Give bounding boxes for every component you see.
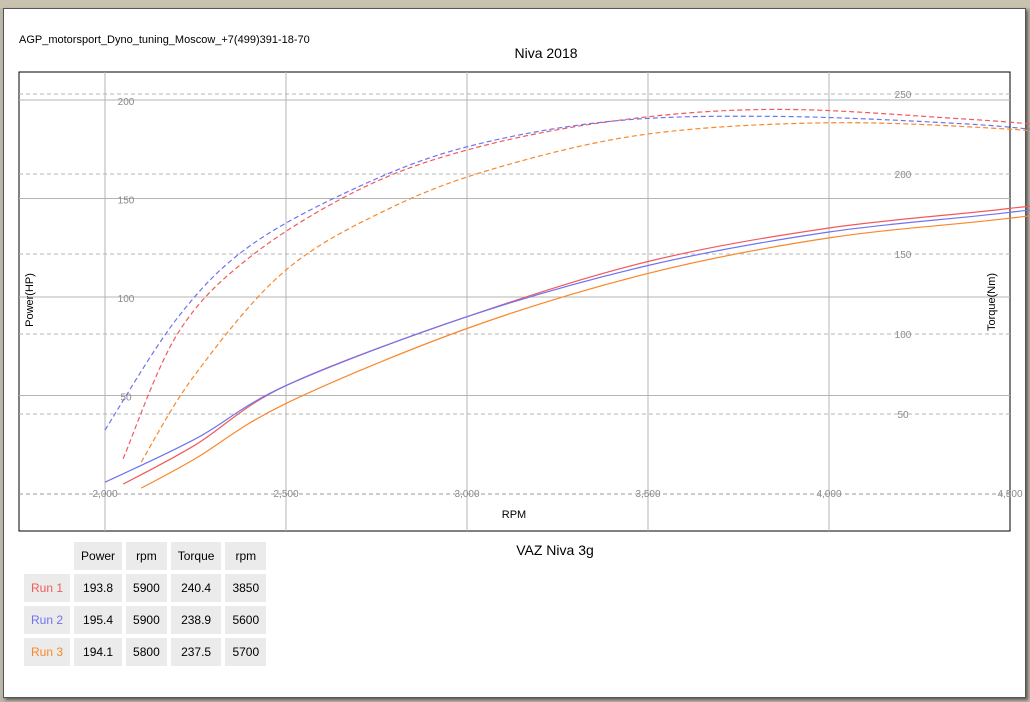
- x-tick-label: 4,500: [997, 489, 1022, 500]
- run-label: Run 2: [24, 606, 71, 634]
- chart-title: Niva 2018: [514, 45, 577, 61]
- table-cell: 194.1: [74, 638, 123, 666]
- table-row: Run 1 193.8 5900 240.4 3850: [24, 574, 267, 602]
- table-cell: 240.4: [170, 574, 222, 602]
- x-tick-label: 2,500: [273, 489, 298, 500]
- x-tick-label: 4,000: [816, 489, 841, 500]
- table-cell: 5700: [225, 638, 267, 666]
- table-cell: 5900: [126, 574, 167, 602]
- x-tick-label: 2,000: [92, 489, 117, 500]
- y-tick-label-right: 250: [895, 90, 912, 101]
- run-label: Run 1: [24, 574, 71, 602]
- y-tick-label-right: 100: [895, 330, 912, 341]
- y-tick-label-right: 150: [895, 250, 912, 261]
- y-tick-label-left: 150: [118, 196, 135, 207]
- table-cell: 238.9: [170, 606, 222, 634]
- table-cell: 3850: [225, 574, 267, 602]
- x-tick-label: 3,500: [635, 489, 660, 500]
- y-tick-label-left: 200: [118, 97, 135, 108]
- table-corner: [24, 542, 70, 570]
- results-table: Power rpm Torque rpm Run 1 193.8 5900 24…: [20, 538, 270, 670]
- col-header-torque: Torque: [170, 542, 222, 570]
- table-cell: 5600: [225, 606, 267, 634]
- table-cell: 193.8: [74, 574, 123, 602]
- run-label: Run 3: [24, 638, 71, 666]
- chart-subtitle: VAZ Niva 3g: [516, 542, 594, 558]
- table-cell: 5800: [126, 638, 167, 666]
- y-tick-label-right: 200: [895, 170, 912, 181]
- table-row: Run 2 195.4 5900 238.9 5600: [24, 606, 267, 634]
- table-header-row: Power rpm Torque rpm: [24, 542, 267, 570]
- x-tick-label: 3,000: [454, 489, 479, 500]
- table-cell: 237.5: [170, 638, 222, 666]
- report-window: AGP_motorsport_Dyno_tuning_Moscow_+7(499…: [0, 0, 1030, 702]
- y-tick-label-left: 100: [118, 294, 135, 305]
- x-axis-label: RPM: [502, 509, 526, 521]
- y-tick-label-right: 50: [897, 410, 909, 421]
- table-cell: 5900: [126, 606, 167, 634]
- table-cell: 195.4: [74, 606, 123, 634]
- col-header-torque-rpm: rpm: [225, 542, 267, 570]
- col-header-power-rpm: rpm: [126, 542, 167, 570]
- y-axis-label-left: Power(HP): [24, 273, 36, 327]
- table-row: Run 3 194.1 5800 237.5 5700: [24, 638, 267, 666]
- y-axis-label-right: Torque(Nm): [986, 273, 998, 331]
- col-header-power: Power: [74, 542, 123, 570]
